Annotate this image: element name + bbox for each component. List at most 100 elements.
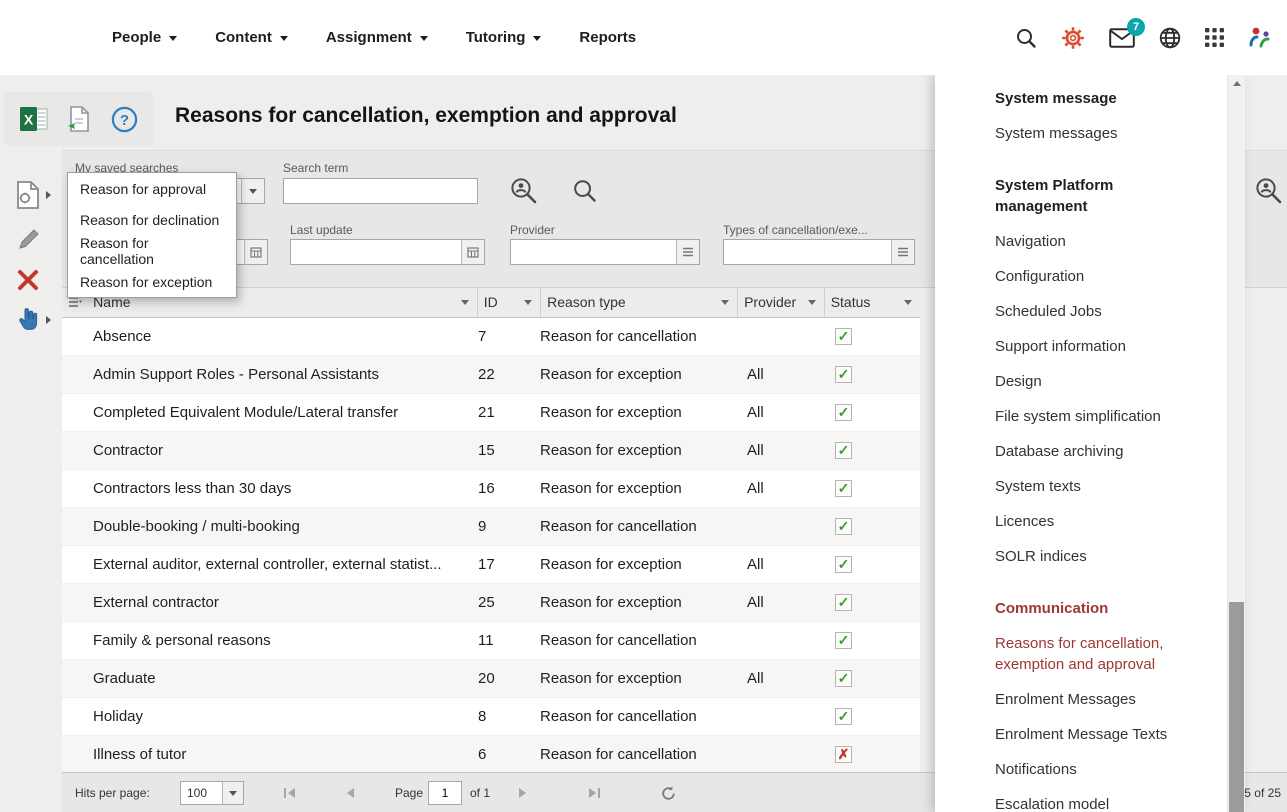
side-menu-entry[interactable]: Design [995, 364, 1228, 399]
help-icon[interactable]: ? [109, 103, 141, 135]
side-menu-entry[interactable]: Scheduled Jobs [995, 294, 1228, 329]
side-menu-entry[interactable]: System Platform management [995, 168, 1228, 224]
search-term-field[interactable] [283, 178, 478, 204]
column-filter-icon[interactable] [524, 300, 532, 305]
side-menu-entry[interactable]: Reasons for cancellation, exemption and … [995, 626, 1228, 682]
table-row[interactable]: Contractor 15 Reason for exception All [62, 432, 920, 470]
dropdown-menu-item[interactable]: Reason for declination [68, 204, 236, 235]
mail-icon[interactable]: 7 [1109, 28, 1135, 48]
last-update-input[interactable] [291, 240, 461, 264]
column-filter-icon[interactable] [808, 300, 816, 305]
side-menu-entry[interactable]: Enrolment Messages [995, 682, 1228, 717]
refresh-icon[interactable] [660, 773, 677, 812]
column-filter-icon[interactable] [461, 300, 469, 305]
cell-name: Completed Equivalent Module/Lateral tran… [62, 404, 465, 421]
page-toolbar: X ? [4, 92, 154, 146]
globe-icon[interactable] [1158, 26, 1182, 50]
hits-per-page-select[interactable]: 100 [180, 781, 244, 805]
types-field[interactable] [723, 239, 915, 265]
cell-status [822, 632, 920, 649]
side-menu-entry[interactable]: Licences [995, 504, 1228, 539]
table-row[interactable]: Illness of tutor 6 Reason for cancellati… [62, 736, 920, 774]
column-header-reason-type[interactable]: Reason type [541, 287, 738, 317]
side-menu-entry[interactable]: File system simplification [995, 399, 1228, 434]
previous-page-button[interactable] [344, 773, 356, 812]
table-row[interactable]: Holiday 8 Reason for cancellation [62, 698, 920, 736]
cell-id: 25 [465, 594, 530, 611]
first-page-button[interactable] [282, 773, 297, 812]
table-row[interactable]: Family & personal reasons 11 Reason for … [62, 622, 920, 660]
table-row[interactable]: Double-booking / multi-booking 9 Reason … [62, 508, 920, 546]
table-row[interactable]: External auditor, external controller, e… [62, 546, 920, 584]
gear-icon[interactable] [1060, 25, 1086, 51]
combo-dropdown-button[interactable] [241, 179, 264, 203]
table-row[interactable]: Completed Equivalent Module/Lateral tran… [62, 394, 920, 432]
next-page-button[interactable] [517, 773, 529, 812]
types-input[interactable] [724, 240, 891, 264]
nav-menu-label: Tutoring [466, 29, 526, 46]
cell-name: Illness of tutor [62, 746, 465, 763]
column-filter-icon[interactable] [721, 300, 729, 305]
delete-icon[interactable] [16, 268, 40, 292]
nav-menu-item[interactable]: Reports [579, 29, 636, 46]
table-row[interactable]: Graduate 20 Reason for exception All [62, 660, 920, 698]
column-header-id[interactable]: ID [478, 287, 541, 317]
side-menu-entry[interactable]: SOLR indices [995, 539, 1228, 574]
last-page-button[interactable] [587, 773, 602, 812]
brand-logo-icon[interactable] [1247, 25, 1273, 51]
top-bar-icons: 7 [1015, 0, 1273, 75]
excel-export-icon[interactable]: X [18, 103, 50, 135]
side-menu-entry[interactable]: System message [995, 81, 1228, 116]
cell-name: Holiday [62, 708, 465, 725]
side-menu-entry[interactable]: System messages [995, 116, 1228, 151]
nav-menu-item[interactable]: Content [215, 29, 288, 46]
table-body: Absence 7 Reason for cancellation Admin … [62, 318, 920, 774]
chevron-down-icon [249, 189, 257, 194]
calendar-picker-button[interactable] [244, 240, 267, 264]
last-update-field[interactable] [290, 239, 485, 265]
saved-search-run-icon[interactable] [508, 175, 540, 212]
saved-search-run-icon-right[interactable] [1253, 175, 1285, 212]
table-row[interactable]: Contractors less than 30 days 16 Reason … [62, 470, 920, 508]
export-file-icon[interactable] [63, 103, 95, 135]
page-number-input[interactable] [428, 781, 462, 805]
dropdown-menu-item[interactable]: Reason for approval [68, 173, 236, 204]
side-menu-entry[interactable]: Communication [995, 591, 1228, 626]
side-menu-entry[interactable]: Navigation [995, 224, 1228, 259]
nav-menu-item[interactable]: People [112, 29, 177, 46]
panel-scrollbar[interactable] [1227, 75, 1245, 812]
table-row[interactable]: Admin Support Roles - Personal Assistant… [62, 356, 920, 394]
side-menu-entry[interactable]: Escalation model [995, 787, 1228, 812]
search-icon[interactable] [1015, 27, 1037, 49]
column-filter-icon[interactable] [904, 300, 912, 305]
scroll-up-button[interactable] [1228, 75, 1245, 91]
nav-menu-item[interactable]: Assignment [326, 29, 428, 46]
column-header-status[interactable]: Status [825, 287, 920, 317]
dropdown-menu-item[interactable]: Reason for exception [68, 266, 236, 297]
table-row[interactable]: Absence 7 Reason for cancellation [62, 318, 920, 356]
side-menu-entry[interactable]: Configuration [995, 259, 1228, 294]
table-row[interactable]: External contractor 25 Reason for except… [62, 584, 920, 622]
side-menu-entry[interactable]: Enrolment Message Texts [995, 717, 1228, 752]
scrollbar-thumb[interactable] [1229, 602, 1244, 812]
lookup-button[interactable] [891, 240, 914, 264]
side-menu-entry[interactable]: Support information [995, 329, 1228, 364]
provider-field[interactable] [510, 239, 700, 265]
search-term-input[interactable] [284, 179, 477, 203]
status-icon [835, 442, 852, 459]
column-header-provider[interactable]: Provider [738, 287, 825, 317]
lookup-button[interactable] [676, 240, 699, 264]
edit-pencil-icon[interactable] [16, 226, 42, 252]
provider-input[interactable] [511, 240, 676, 264]
side-menu-entry[interactable]: System texts [995, 469, 1228, 504]
side-menu-entry[interactable]: Notifications [995, 752, 1228, 787]
new-record-icon[interactable] [14, 180, 51, 210]
nav-menu-item[interactable]: Tutoring [466, 29, 542, 46]
side-menu-entry[interactable]: Database archiving [995, 434, 1228, 469]
assign-hand-icon[interactable] [14, 306, 51, 334]
nav-menu-label: Assignment [326, 29, 412, 46]
run-search-icon[interactable] [572, 178, 598, 209]
calendar-picker-button[interactable] [461, 240, 484, 264]
apps-grid-icon[interactable] [1205, 28, 1224, 47]
dropdown-menu-item[interactable]: Reason for cancellation [68, 235, 236, 266]
